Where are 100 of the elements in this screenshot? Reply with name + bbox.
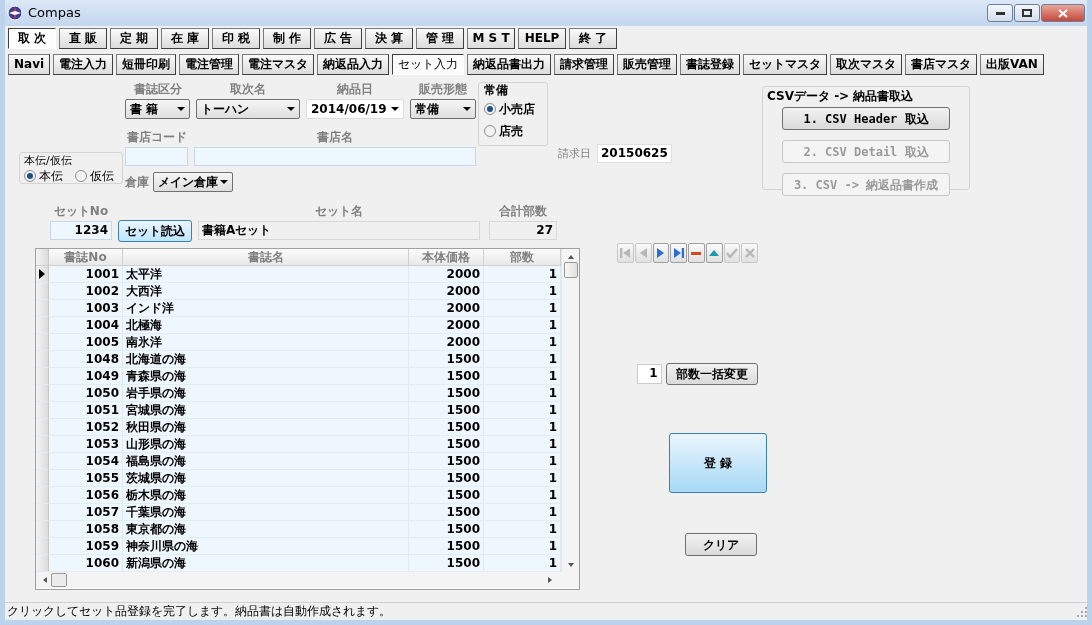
table-cell: 1 [484,402,561,419]
table-cell: 1003 [49,300,123,317]
minimize-button[interactable] [987,4,1013,22]
menu-tab[interactable]: 納返品入力 [317,54,390,75]
edit-record-button[interactable] [705,243,723,263]
table-cell: 1500 [409,402,484,419]
close-button[interactable] [1041,4,1085,22]
field-label: 合計部数 [498,204,548,218]
table-cell: 大西洋 [123,283,409,300]
menu-tab[interactable]: セットマスタ [743,54,828,75]
menu-tab[interactable]: 印 税 [212,28,260,49]
sales-type-dropdown[interactable]: 常備 [410,99,476,119]
radio-option[interactable]: 本伝 [24,167,63,185]
table-cell: 1052 [49,419,123,436]
menu-tab[interactable]: 終 了 [569,28,617,49]
scroll-thumb[interactable] [51,573,67,587]
scroll-thumb[interactable] [563,262,578,278]
store-code-field[interactable] [125,147,188,166]
menu-tab[interactable]: 販売管理 [617,54,678,75]
category-dropdown[interactable]: 書 籍 [125,99,190,119]
scroll-left-icon[interactable] [43,577,47,583]
table-cell: 1 [484,385,561,402]
field-label: セットNo [52,204,110,218]
set-number-field[interactable]: 1234 [50,221,112,240]
field-label: 請求日 [558,146,591,161]
menu-tab[interactable]: 電注入力 [53,54,114,75]
menu-tab[interactable]: HELP [518,28,566,49]
menu-tab[interactable]: 在 庫 [161,28,209,49]
table-cell: 1059 [49,538,123,555]
radio-option[interactable]: 店売 [484,122,542,140]
maximize-button[interactable] [1014,4,1040,22]
menu-tab[interactable]: 制 作 [263,28,311,49]
table-cell: 1500 [409,419,484,436]
date-picker[interactable]: 2014/06/19 [306,99,404,119]
distributor-dropdown[interactable]: トーハン [196,99,300,119]
menu-tab[interactable]: 決 算 [365,28,413,49]
vertical-scrollbar[interactable] [561,249,579,572]
copies-field[interactable]: 1 [637,364,662,384]
menu-tab[interactable]: M S T [467,28,515,49]
menu-tab[interactable]: 請求管理 [554,54,615,75]
menu-tab[interactable]: 書店マスタ [905,54,978,75]
table-cell: 1 [484,317,561,334]
table-cell: 1 [484,436,561,453]
store-name-field[interactable] [194,147,476,166]
menu-tab[interactable]: 取 次 [8,28,56,49]
warehouse-dropdown[interactable]: メイン倉庫 [153,172,233,192]
menu-tab[interactable]: 管 理 [416,28,464,49]
clear-button[interactable]: クリア [685,533,757,556]
billing-date-field[interactable]: 20150625 [597,144,672,163]
next-record-button[interactable] [652,243,670,263]
menu-tab[interactable]: 書誌登録 [680,54,741,75]
table-cell: 1 [484,283,561,300]
table-cell: 1056 [49,487,123,504]
column-header: 書誌No [49,249,123,266]
menu-tab[interactable]: 納返品書出力 [467,54,552,75]
menu-tab[interactable]: 広 告 [314,28,362,49]
table-cell: 1049 [49,368,123,385]
set-name-field[interactable]: 書籍Aセット [198,221,480,240]
table-cell: 1 [484,300,561,317]
compass-icon [7,5,23,21]
last-record-button[interactable] [670,243,687,263]
scroll-up-icon[interactable] [567,255,574,259]
group-title: 常備 [484,84,509,97]
table-cell: 1500 [409,351,484,368]
field-label: 納品日 [336,82,374,96]
menu-tab[interactable]: 取次マスタ [830,54,903,75]
table-cell: 1 [484,538,561,555]
table-cell: 1500 [409,521,484,538]
delete-record-button[interactable] [688,243,705,263]
table-cell: 1500 [409,385,484,402]
radio-option[interactable]: 小売店 [484,100,542,118]
register-button[interactable]: 登 録 [669,433,767,493]
bulk-change-button[interactable]: 部数一括変更 [665,363,758,385]
table-cell: 1055 [49,470,123,487]
menu-tab[interactable]: 定 期 [110,28,158,49]
load-set-button[interactable]: セット読込 [118,220,192,242]
table-cell: 1057 [49,504,123,521]
row-header[interactable] [36,266,49,283]
menu-tab[interactable]: 短冊印刷 [116,54,177,75]
menu-tab[interactable]: 直 販 [59,28,107,49]
table-cell: 1 [484,555,561,572]
menu-tab[interactable]: 電注管理 [179,54,240,75]
total-copies-field: 27 [489,221,557,240]
scroll-down-icon[interactable] [567,563,574,567]
scroll-right-icon[interactable] [548,577,552,583]
table-cell: 2000 [409,300,484,317]
menu-tab[interactable]: セット入力 [392,54,465,75]
table-cell: 1500 [409,436,484,453]
table-cell: 1500 [409,453,484,470]
horizontal-scrollbar[interactable] [36,572,579,588]
table-cell: 山形県の海 [123,436,409,453]
field-label: 書誌区分 [132,82,183,96]
menu-tab[interactable]: Navi [8,54,51,75]
column-header: 部数 [484,249,561,266]
menu-tab[interactable]: 出版VAN [980,54,1044,75]
table-cell: 1 [484,351,561,368]
csv-import-button[interactable]: 1. CSV Header 取込 [782,107,950,130]
menu-tab[interactable]: 電注マスタ [242,54,315,75]
radio-option[interactable]: 仮伝 [75,167,114,185]
table-cell: 太平洋 [123,266,409,283]
